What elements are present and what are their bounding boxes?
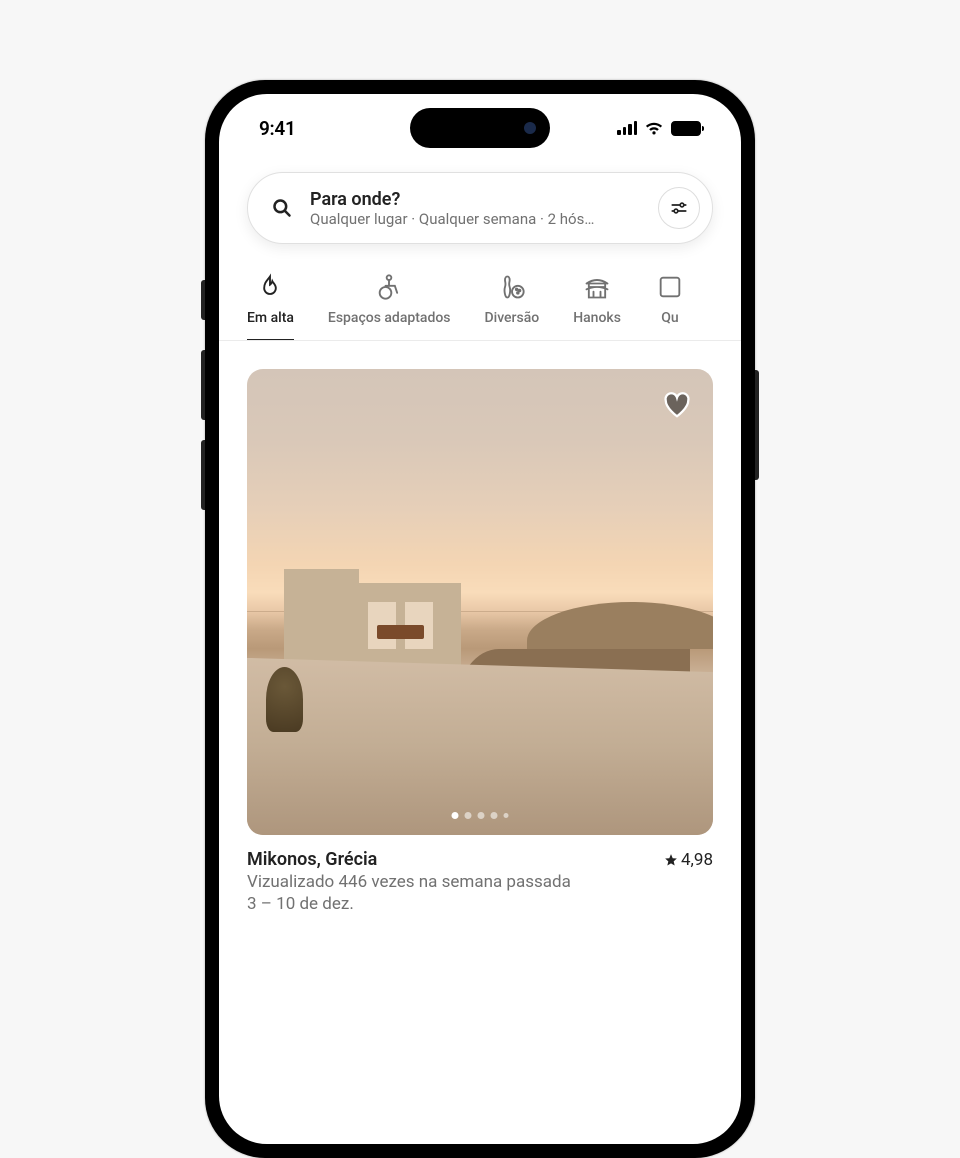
category-more-icon <box>655 272 685 302</box>
phone-frame: 9:41 Para onde? Qualquer lugar · Qual <box>205 80 755 1158</box>
listing-card[interactable]: Mikonos, Grécia 4,98 Vizualizado 446 vez… <box>247 369 713 914</box>
wifi-icon <box>644 121 664 136</box>
category-label: Diversão <box>484 310 539 326</box>
category-tab-hanoks[interactable]: Hanoks <box>573 272 621 340</box>
carousel-indicator <box>452 812 509 819</box>
phone-side-button <box>201 440 205 510</box>
listing-image[interactable] <box>247 369 713 835</box>
heart-icon <box>662 390 692 420</box>
category-label: Hanoks <box>573 310 621 326</box>
category-tab-em-alta[interactable]: Em alta <box>247 272 294 340</box>
cellular-signal-icon <box>617 121 637 135</box>
category-tab-espacos-adaptados[interactable]: Espaços adaptados <box>328 272 451 340</box>
phone-screen: 9:41 Para onde? Qualquer lugar · Qual <box>219 94 741 1144</box>
search-title: Para onde? <box>310 189 640 210</box>
phone-side-button <box>201 350 205 420</box>
sliders-icon <box>670 199 688 217</box>
wheelchair-icon <box>374 272 404 302</box>
search-subtitle: Qualquer lugar · Qualquer semana · 2 hós… <box>310 210 600 228</box>
category-tabs: Em alta Espaços adaptados <box>219 244 741 341</box>
phone-side-button <box>201 280 205 320</box>
category-label: Espaços adaptados <box>328 310 451 326</box>
category-label: Em alta <box>247 310 294 326</box>
bowling-icon <box>497 272 527 302</box>
filters-button[interactable] <box>658 187 700 229</box>
listing-rating: 4,98 <box>664 850 713 870</box>
flame-icon <box>255 272 285 302</box>
search-bar[interactable]: Para onde? Qualquer lugar · Qualquer sem… <box>247 172 713 244</box>
search-icon <box>272 198 292 218</box>
status-indicators <box>617 121 701 136</box>
phone-side-button <box>755 370 759 480</box>
listing-views: Vizualizado 446 vezes na semana passada <box>247 872 713 892</box>
listing-info: Mikonos, Grécia 4,98 Vizualizado 446 vez… <box>247 849 713 914</box>
search-text: Para onde? Qualquer lugar · Qualquer sem… <box>310 189 640 228</box>
listing-title: Mikonos, Grécia <box>247 849 377 870</box>
listing-dates: 3 – 10 de dez. <box>247 894 713 914</box>
star-icon <box>664 853 678 867</box>
listing-rating-value: 4,98 <box>681 850 713 870</box>
wishlist-button[interactable] <box>659 387 695 423</box>
status-time: 9:41 <box>259 117 296 140</box>
battery-icon <box>671 121 701 136</box>
category-tab-diversao[interactable]: Diversão <box>484 272 539 340</box>
category-tab-more[interactable]: Qu <box>655 272 685 340</box>
dynamic-island <box>410 108 550 148</box>
front-camera <box>524 122 536 134</box>
hanok-icon <box>582 272 612 302</box>
category-label: Qu <box>661 310 678 326</box>
